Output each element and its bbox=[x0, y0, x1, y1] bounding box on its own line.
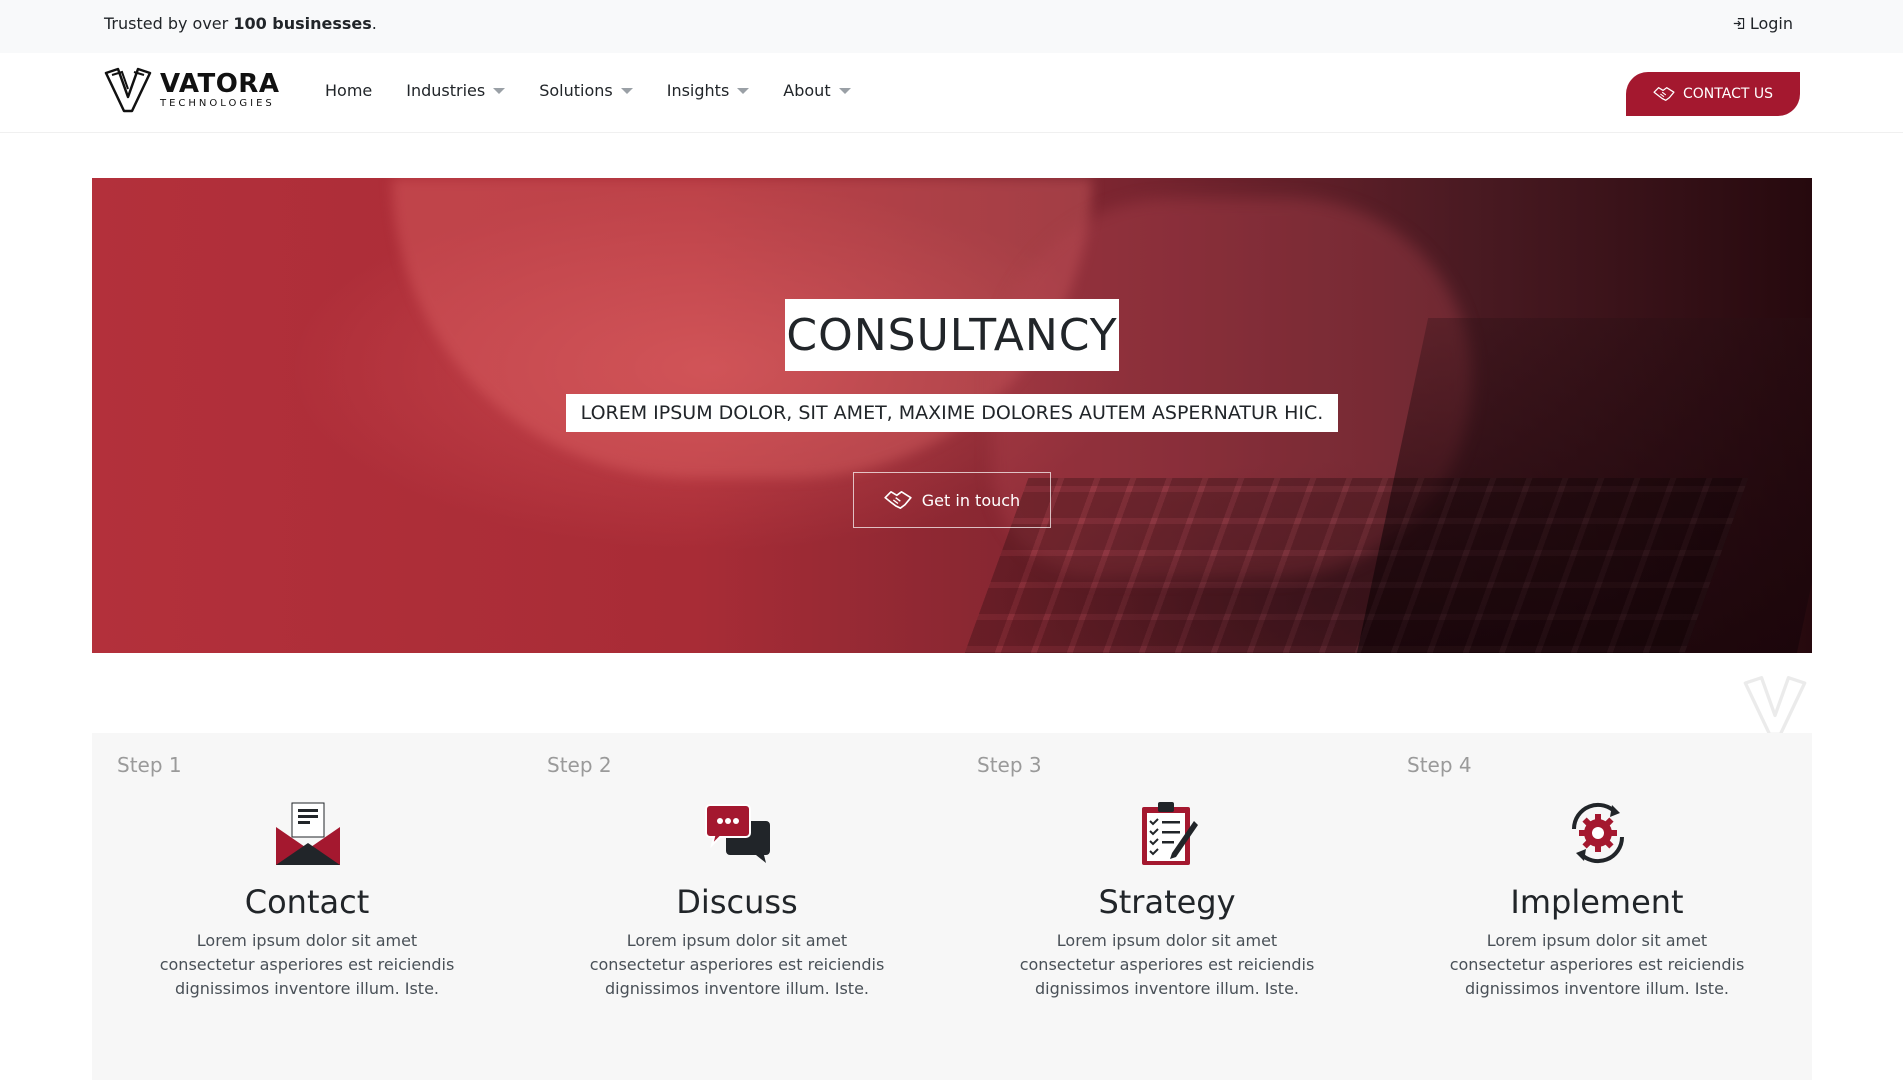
step-label: Step 3 bbox=[977, 753, 1042, 777]
step-title: Contact bbox=[244, 883, 370, 921]
clipboard-checklist-icon bbox=[1142, 802, 1198, 865]
step-description: Lorem ipsum dolor sit amet consectetur a… bbox=[1449, 931, 1745, 998]
trusted-prefix: Trusted by over bbox=[104, 14, 234, 33]
gear-cycle-icon bbox=[1571, 802, 1625, 864]
nav-item-solutions[interactable]: Solutions bbox=[539, 81, 633, 100]
hero-title: CONSULTANCY bbox=[785, 299, 1119, 371]
trusted-suffix: . bbox=[371, 14, 377, 33]
step-title: Strategy bbox=[1098, 883, 1236, 921]
step-title: Implement bbox=[1510, 883, 1684, 921]
contact-us-button[interactable]: CONTACT US bbox=[1626, 72, 1800, 116]
get-in-touch-label: Get in touch bbox=[921, 490, 1021, 510]
top-bar: Trusted by over 100 businesses. Login bbox=[0, 0, 1903, 53]
nav-links: Home Industries Solutions Insights About bbox=[325, 81, 885, 100]
nav-item-insights[interactable]: Insights bbox=[667, 81, 750, 100]
step-title: Discuss bbox=[676, 883, 798, 921]
process-steps: Step 1 Contact Lorem ipsum dolor sit ame… bbox=[92, 733, 1812, 1080]
logo-watermark-icon bbox=[1743, 676, 1807, 736]
login-label: Login bbox=[1749, 14, 1793, 33]
step-card: Step 2 Discuss Lorem ipsum dolor sit ame… bbox=[522, 733, 952, 1080]
vatora-logo-icon bbox=[104, 67, 152, 113]
chat-bubbles-icon bbox=[705, 804, 770, 863]
sign-in-icon bbox=[1733, 18, 1744, 29]
hero-photo-keyboard bbox=[955, 478, 1749, 653]
step-card: Step 3 Strategy Lorem ipsum dolor sit am… bbox=[952, 733, 1382, 1080]
step-card: Step 1 Contact Lorem ipsum dolor sit ame… bbox=[92, 733, 522, 1080]
main-navbar: VATORA TECHNOLOGIES Home Industries Solu… bbox=[0, 53, 1903, 133]
nav-item-label: Industries bbox=[406, 81, 486, 100]
nav-item-label: Insights bbox=[666, 81, 730, 100]
step-description: Lorem ipsum dolor sit amet consectetur a… bbox=[589, 931, 885, 998]
nav-item-industries[interactable]: Industries bbox=[406, 81, 506, 100]
open-envelope-icon bbox=[276, 802, 340, 865]
get-in-touch-button[interactable]: Get in touch bbox=[853, 472, 1051, 528]
nav-item-label: Home bbox=[325, 81, 373, 100]
brand-subtitle: TECHNOLOGIES bbox=[160, 98, 275, 109]
step-card: Step 4 Implement Lorem ipsum dolor sit a… bbox=[1382, 733, 1812, 1080]
step-label: Step 1 bbox=[117, 753, 182, 777]
brand-name: VATORA bbox=[160, 69, 280, 99]
nav-item-label: Solutions bbox=[539, 81, 613, 100]
trusted-text: Trusted by over 100 businesses. bbox=[104, 14, 377, 33]
step-label: Step 4 bbox=[1407, 753, 1472, 777]
nav-item-home[interactable]: Home bbox=[325, 81, 372, 100]
caret-down-icon bbox=[620, 87, 633, 94]
caret-down-icon bbox=[493, 87, 506, 94]
step-label: Step 2 bbox=[547, 753, 612, 777]
trusted-count: 100 businesses bbox=[233, 14, 372, 33]
handshake-icon bbox=[884, 491, 912, 509]
caret-down-icon bbox=[737, 87, 750, 94]
login-link[interactable]: Login bbox=[1733, 14, 1793, 33]
nav-item-label: About bbox=[783, 81, 831, 100]
caret-down-icon bbox=[838, 87, 851, 94]
contact-us-label: CONTACT US bbox=[1683, 86, 1773, 102]
handshake-icon bbox=[1653, 87, 1675, 101]
step-description: Lorem ipsum dolor sit amet consectetur a… bbox=[159, 931, 455, 998]
hero-subtitle: LOREM IPSUM DOLOR, SIT AMET, MAXIME DOLO… bbox=[566, 394, 1338, 432]
nav-item-about[interactable]: About bbox=[783, 81, 851, 100]
step-description: Lorem ipsum dolor sit amet consectetur a… bbox=[1019, 931, 1315, 998]
logo[interactable]: VATORA TECHNOLOGIES bbox=[104, 67, 279, 113]
hero-banner: CONSULTANCY LOREM IPSUM DOLOR, SIT AMET,… bbox=[92, 178, 1812, 653]
